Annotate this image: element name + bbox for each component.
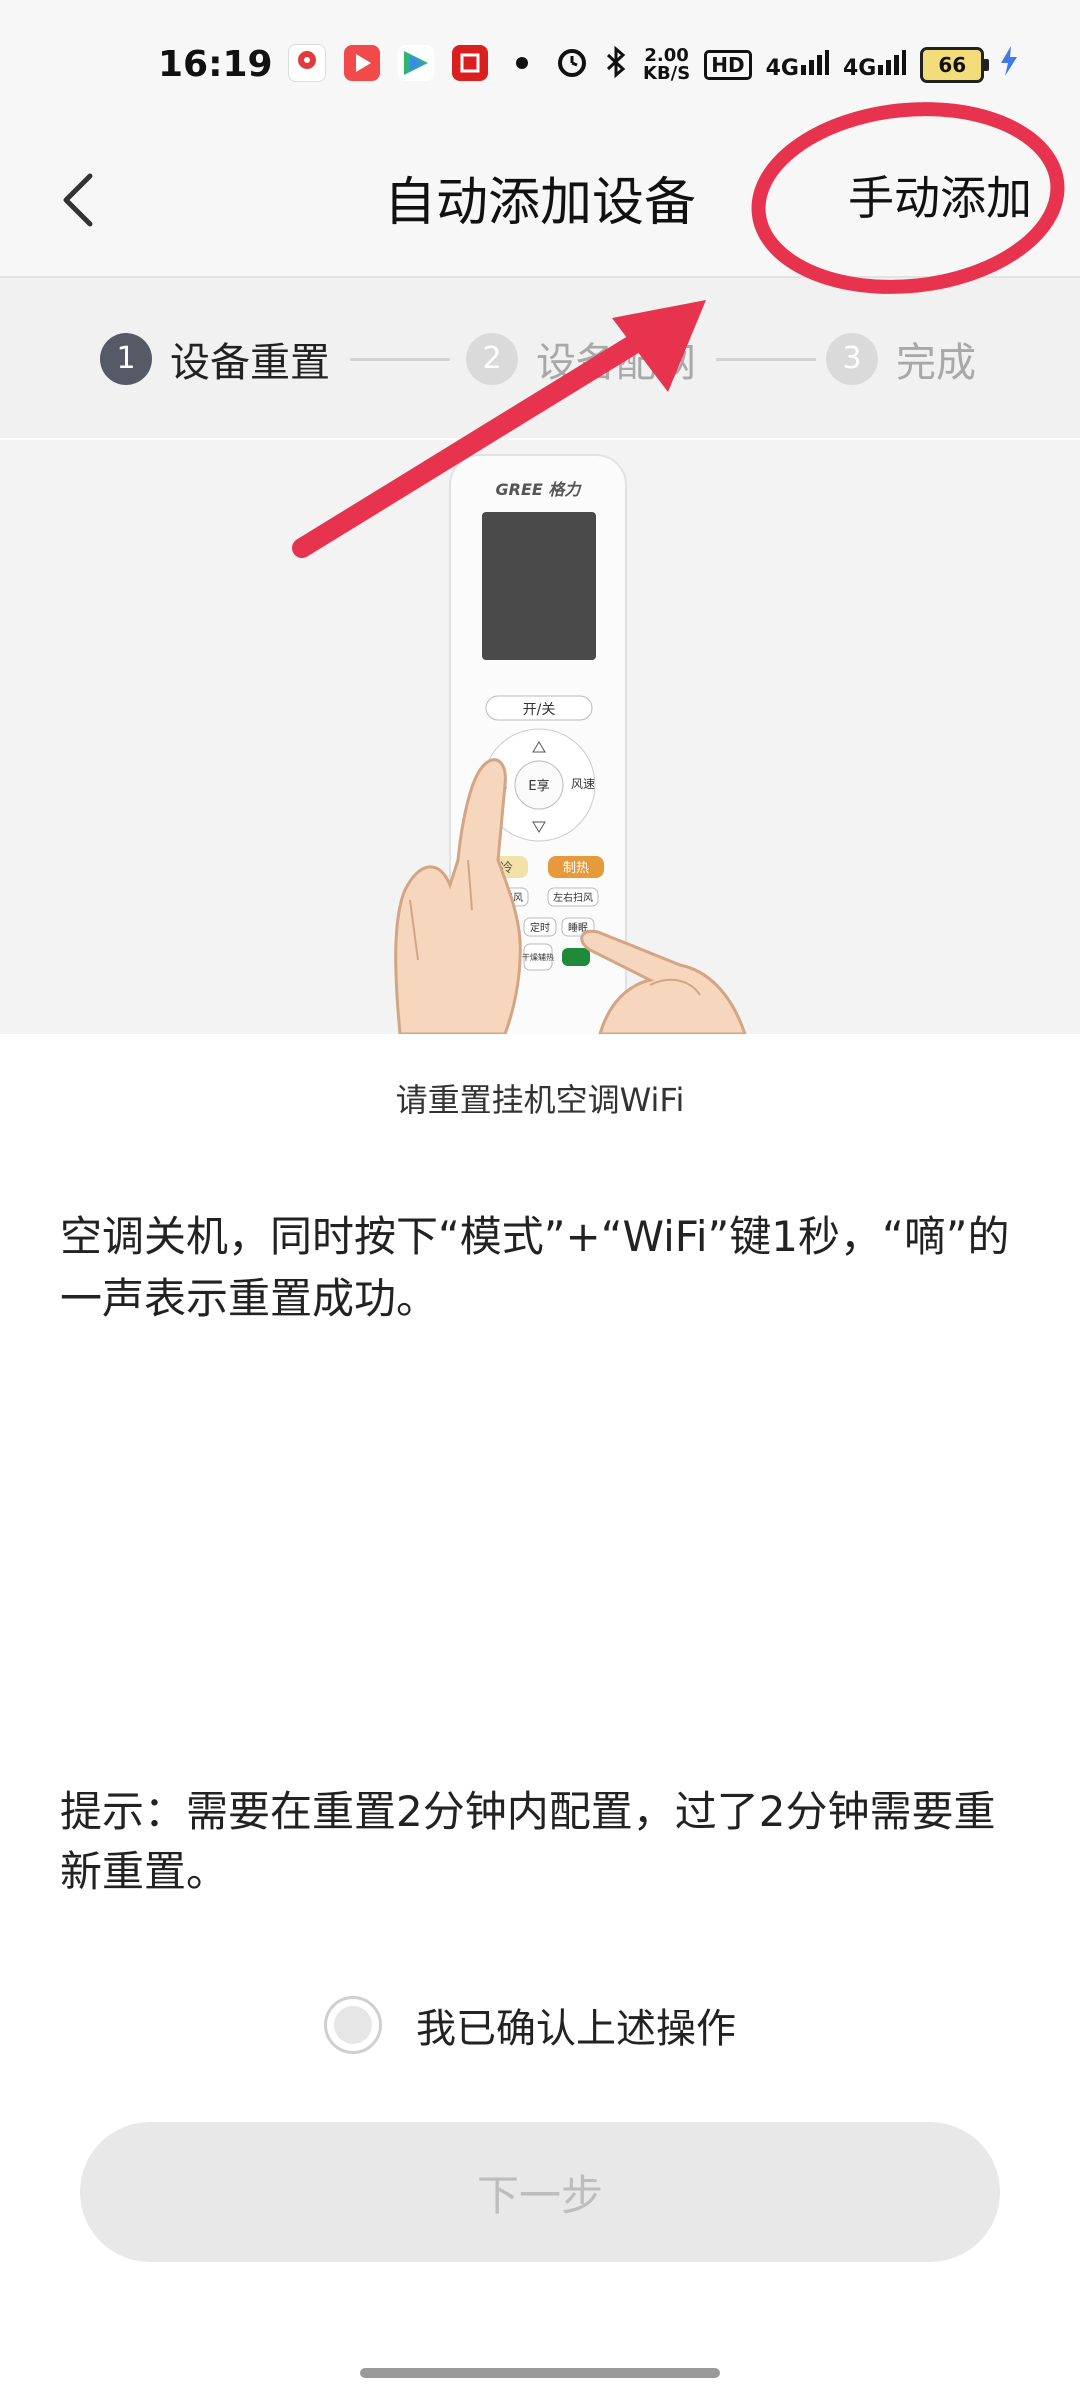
map-pin-app-icon bbox=[288, 44, 326, 82]
app-header: 自动添加设备 手动添加 bbox=[0, 130, 1080, 278]
confirm-checkbox-row[interactable]: 我已确认上述操作 bbox=[324, 1996, 736, 2054]
svg-text:干燥辅热: 干燥辅热 bbox=[522, 952, 554, 962]
step-indicator: 1 设备重置 2 设备配网 3 完成 bbox=[0, 278, 1080, 438]
step-2: 2 设备配网 bbox=[466, 330, 696, 388]
svg-text:风速: 风速 bbox=[571, 777, 595, 791]
notification-icons bbox=[288, 44, 538, 82]
step-2-label: 设备配网 bbox=[536, 340, 696, 386]
svg-text:开/关: 开/关 bbox=[523, 702, 556, 718]
step-1: 1 设备重置 bbox=[100, 330, 330, 388]
remote-brand: GREE 格力 bbox=[496, 480, 583, 499]
alarm-icon bbox=[555, 45, 589, 86]
radio-inner bbox=[334, 2006, 372, 2044]
video-app-icon bbox=[344, 45, 380, 81]
step-3-label: 完成 bbox=[896, 340, 976, 386]
svg-text:E享: E享 bbox=[528, 778, 549, 794]
manual-add-button[interactable]: 手动添加 bbox=[848, 162, 1032, 228]
confirm-radio[interactable] bbox=[324, 1996, 382, 2054]
study-app-icon bbox=[452, 45, 488, 81]
network-speed: 2.00 KB/S bbox=[643, 45, 691, 84]
signal-icon: 4G bbox=[766, 49, 829, 81]
step-2-number: 2 bbox=[466, 333, 518, 385]
illustration-caption: 请重置挂机空调WiFi bbox=[395, 1081, 685, 1119]
hd-icon: HD bbox=[704, 50, 752, 80]
reset-tip: 提示：需要在重置2分钟内配置，过了2分钟需要重新重置。 bbox=[60, 1787, 996, 1896]
svg-text:制热: 制热 bbox=[563, 861, 589, 876]
step-3-number: 3 bbox=[826, 333, 878, 385]
confirm-label[interactable]: 我已确认上述操作 bbox=[416, 1996, 736, 2054]
home-indicator[interactable] bbox=[360, 2368, 720, 2378]
step-1-number: 1 bbox=[100, 333, 152, 385]
battery-icon: 66 bbox=[920, 47, 990, 83]
status-bar: 16:19 2.00 KB/S HD 4G 4G 66 bbox=[0, 0, 1080, 130]
remote-illustration: GREE 格力 开/关 E享 风速 模式 制冷 制热 上下扫风 左右扫风 定时 … bbox=[0, 440, 1080, 1034]
svg-text:左右扫风: 左右扫风 bbox=[553, 891, 593, 904]
reset-instruction: 空调关机，同时按下“模式”+“WiFi”键1秒，“嘀”的一声表示重置成功。 bbox=[60, 1212, 1010, 1323]
system-icons: 2.00 KB/S HD 4G 4G 66 bbox=[555, 44, 1020, 86]
signal-icon-2: 4G bbox=[843, 49, 907, 81]
remote-control-image: GREE 格力 开/关 E享 风速 模式 制冷 制热 上下扫风 左右扫风 定时 … bbox=[0, 440, 1080, 1034]
charging-icon bbox=[998, 44, 1020, 86]
svg-text:定时: 定时 bbox=[530, 921, 550, 934]
step-connector bbox=[350, 358, 450, 361]
tv-app-icon bbox=[398, 45, 434, 81]
status-time: 16:19 bbox=[158, 44, 273, 85]
step-3: 3 完成 bbox=[826, 330, 976, 388]
next-step-button[interactable]: 下一步 bbox=[80, 2122, 1000, 2262]
step-1-label: 设备重置 bbox=[170, 340, 330, 386]
status-dot bbox=[516, 57, 528, 69]
step-connector bbox=[716, 358, 816, 361]
bluetooth-icon bbox=[603, 45, 629, 86]
